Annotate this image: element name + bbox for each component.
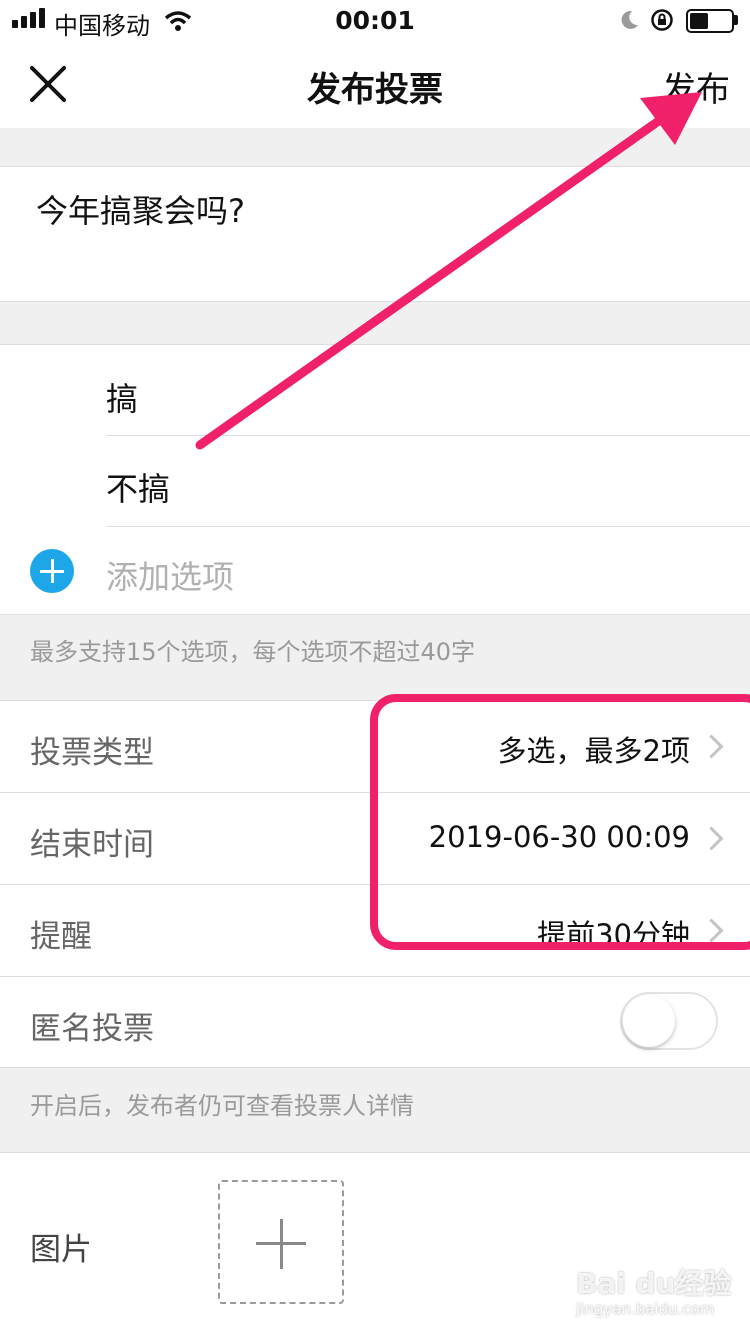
- rotation-lock-icon: [651, 9, 673, 31]
- question-section: 今年搞聚会吗?: [0, 166, 750, 302]
- end-time-row[interactable]: 结束时间 2019-06-30 00:09: [0, 792, 750, 884]
- reminder-value: 提前30分钟: [537, 918, 690, 952]
- chevron-right-icon: [699, 826, 724, 851]
- end-time-value: 2019-06-30 00:09: [428, 820, 690, 854]
- add-option-icon[interactable]: [30, 549, 74, 593]
- settings-section: 投票类型 多选，最多2项 结束时间 2019-06-30 00:09 提醒 提前…: [0, 700, 750, 1068]
- chevron-right-icon: [699, 918, 724, 943]
- anonymous-label: 匿名投票: [30, 1011, 154, 1047]
- vote-type-row[interactable]: 投票类型 多选，最多2项: [0, 700, 750, 792]
- watermark-logo: Bai du经验: [576, 1267, 732, 1300]
- anonymous-toggle[interactable]: [620, 992, 718, 1050]
- vote-type-value: 多选，最多2项: [497, 734, 690, 768]
- anonymous-row: 匿名投票: [0, 976, 750, 1068]
- vote-type-label: 投票类型: [30, 735, 154, 771]
- moon-icon: [621, 10, 638, 29]
- battery-icon: [686, 9, 734, 33]
- options-section: 搞 不搞 添加选项: [0, 344, 750, 615]
- end-time-label: 结束时间: [30, 827, 154, 863]
- reminder-row[interactable]: 提醒 提前30分钟: [0, 884, 750, 976]
- publish-button[interactable]: 发布: [662, 62, 730, 111]
- question-input[interactable]: 今年搞聚会吗?: [36, 186, 245, 232]
- status-bar: 中国移动 00:01: [0, 0, 750, 40]
- reminder-label: 提醒: [30, 919, 92, 955]
- options-hint: 最多支持15个选项，每个选项不超过40字: [30, 638, 476, 666]
- chevron-right-icon: [699, 734, 724, 759]
- image-label: 图片: [30, 1232, 92, 1268]
- option-input-1[interactable]: 搞: [106, 374, 138, 420]
- option-input-2[interactable]: 不搞: [106, 464, 170, 510]
- anonymous-hint: 开启后，发布者仍可查看投票人详情: [30, 1092, 414, 1120]
- add-option-button[interactable]: 添加选项: [106, 552, 234, 598]
- add-image-button[interactable]: [218, 1180, 344, 1304]
- battery-tip: [734, 15, 738, 25]
- page-title: 发布投票: [307, 70, 443, 110]
- watermark-url: jingyan.baidu.com: [576, 1300, 715, 1318]
